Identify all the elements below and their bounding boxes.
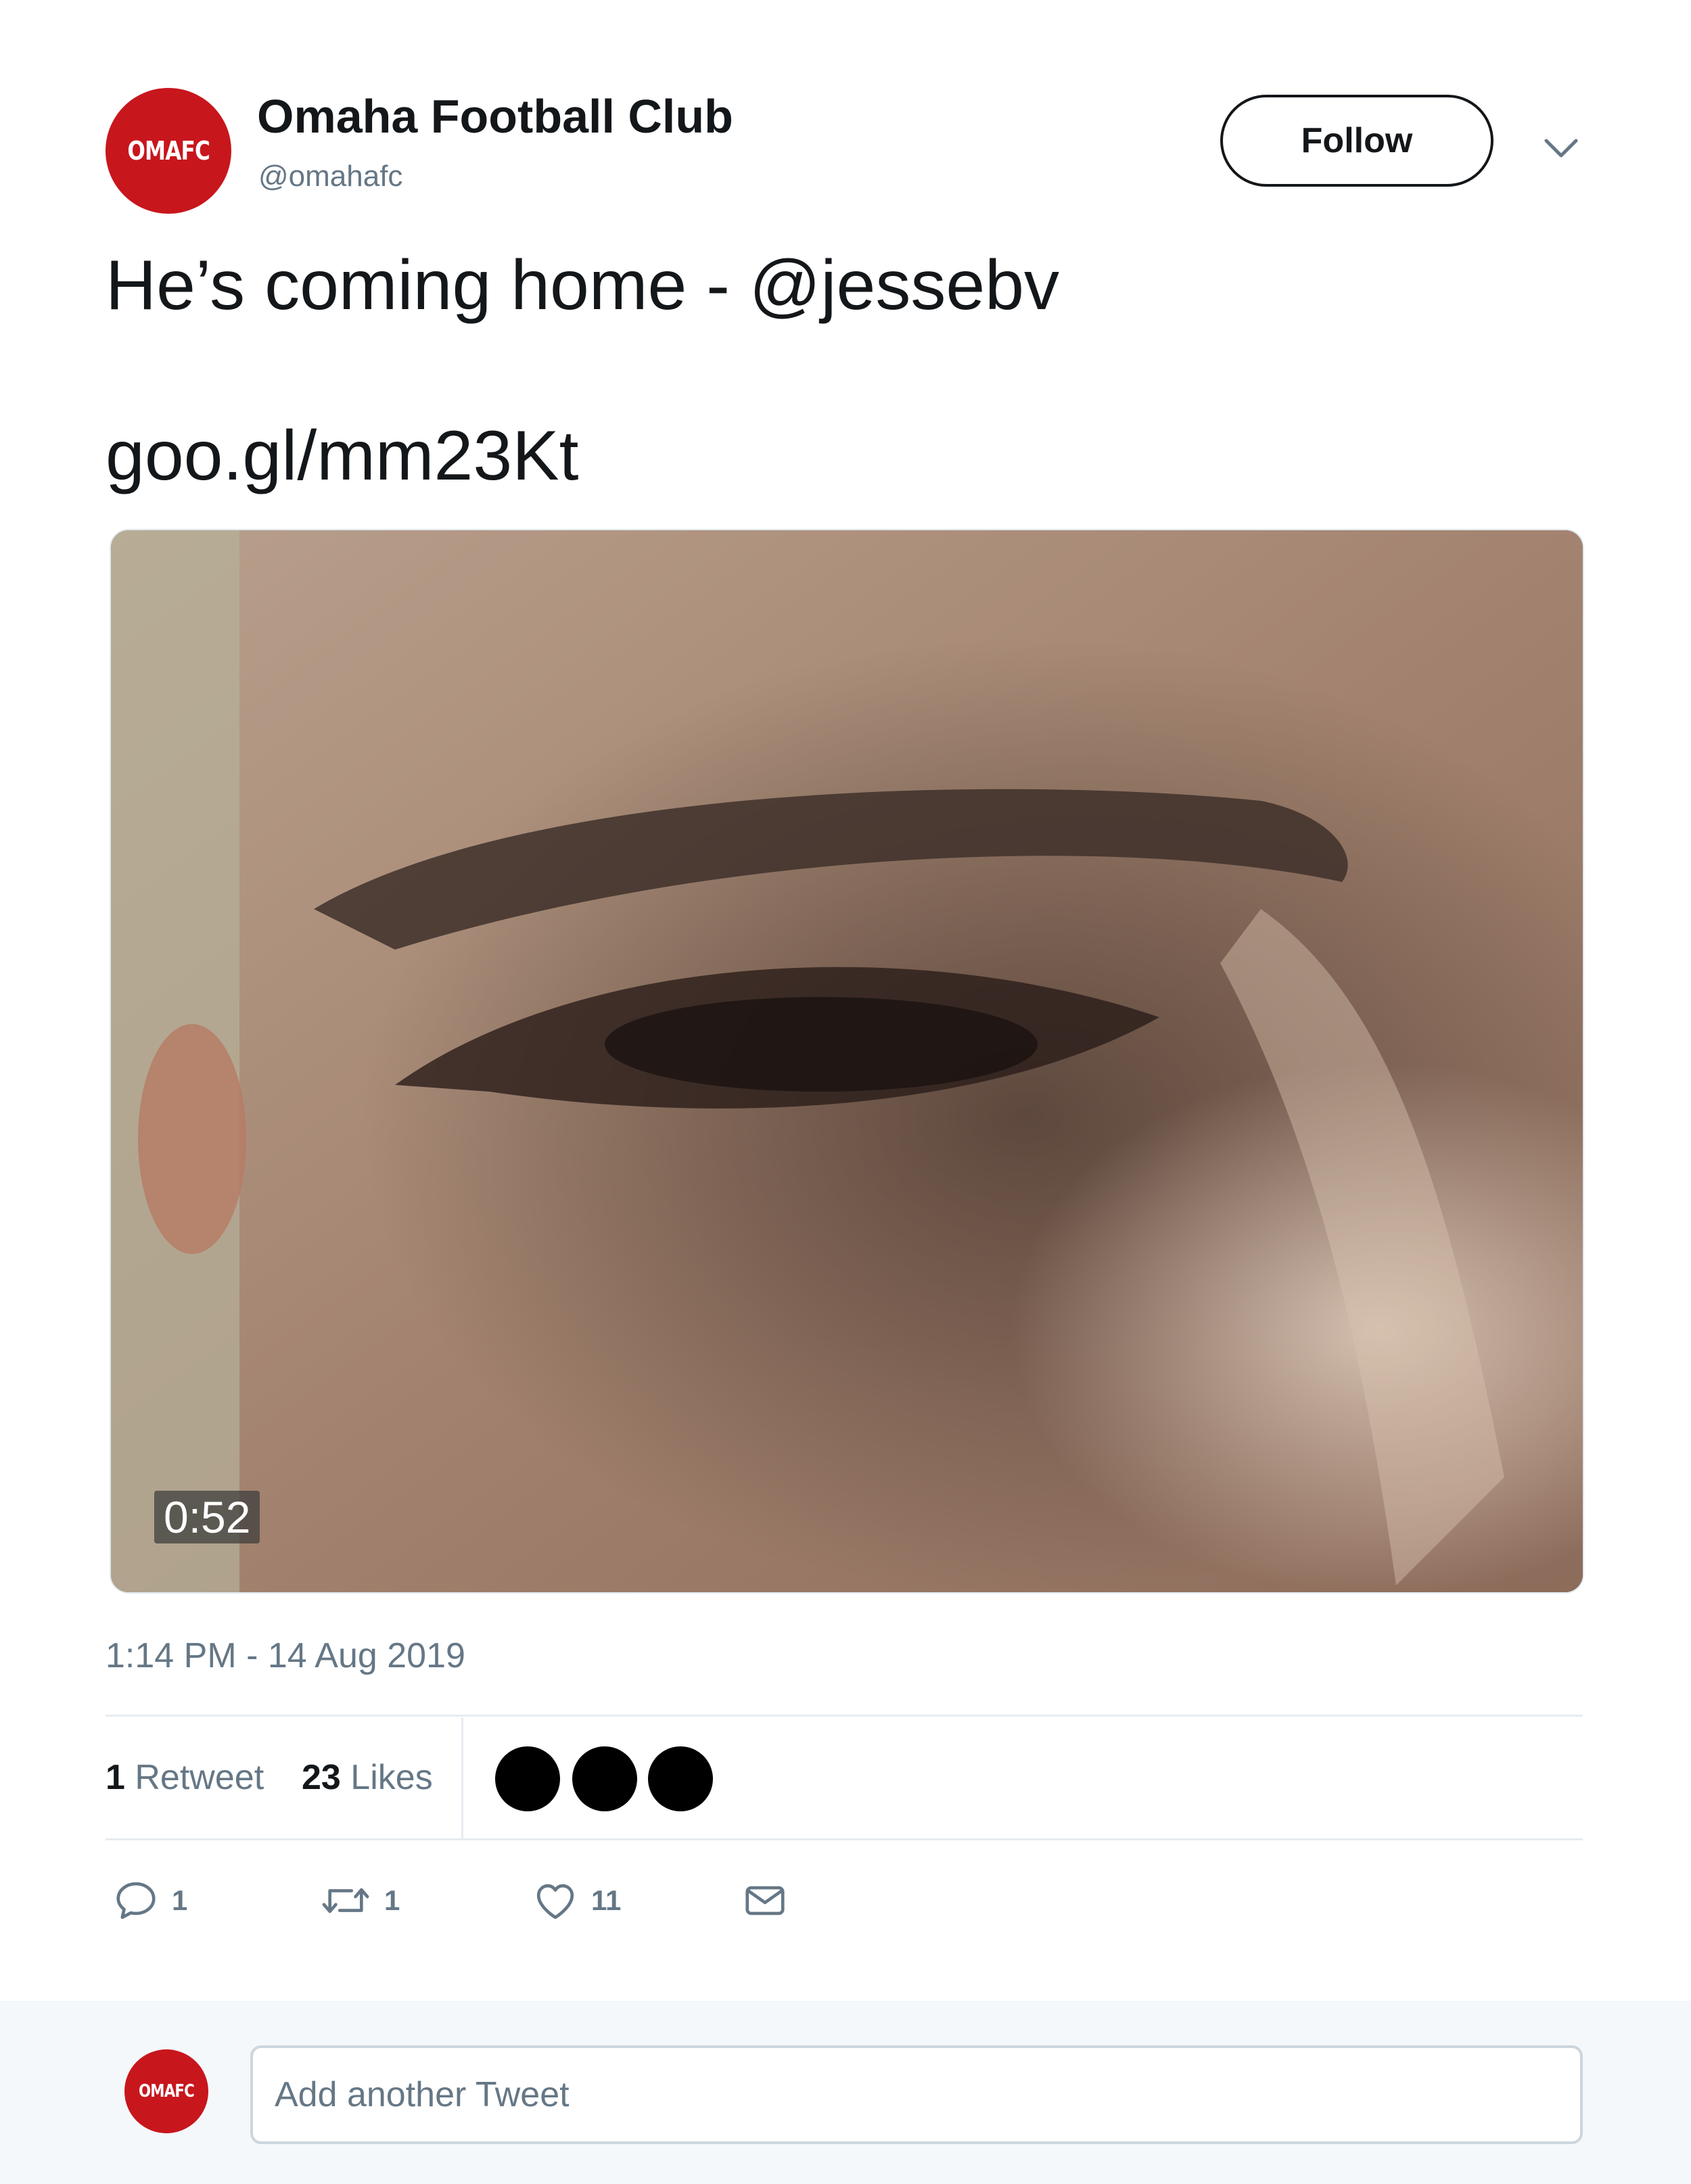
divider — [106, 1838, 1583, 1840]
like-button[interactable]: 11 — [532, 1874, 621, 1928]
retweet-button[interactable]: 1 — [319, 1874, 400, 1928]
liker-avatar[interactable] — [495, 1746, 560, 1811]
reply-avatar-text: OMAFC — [139, 2081, 195, 2101]
likes-stat-label: Likes — [350, 1758, 433, 1797]
likes-stat-count: 23 — [302, 1758, 341, 1797]
tweet-link[interactable]: goo.gl/mm23Kt — [106, 414, 578, 498]
retweet-stat-count: 1 — [106, 1758, 125, 1797]
account-handle[interactable]: @omahafc — [258, 160, 402, 193]
retweet-count: 1 — [384, 1884, 400, 1916]
video-player[interactable]: 0:52 — [110, 529, 1584, 1594]
direct-message-button[interactable] — [741, 1874, 789, 1928]
reply-count: 1 — [172, 1884, 188, 1916]
likes-stat[interactable]: 23 Likes — [302, 1757, 433, 1798]
liker-avatar[interactable] — [648, 1746, 713, 1811]
chevron-down-icon[interactable] — [1542, 129, 1580, 166]
liker-avatar[interactable] — [572, 1746, 637, 1811]
retweet-icon — [322, 1888, 369, 1913]
add-tweet-input[interactable] — [250, 2045, 1583, 2144]
reply-icon — [116, 1882, 156, 1920]
tweet-text: He’s coming home - @jessebv — [106, 246, 1059, 325]
retweet-stat[interactable]: 1 Retweet — [106, 1757, 264, 1798]
account-avatar[interactable]: OMAFC — [106, 88, 231, 214]
stats-divider — [461, 1718, 463, 1840]
divider — [106, 1715, 1583, 1717]
follow-button[interactable]: Follow — [1220, 95, 1493, 187]
video-thumbnail — [111, 530, 1583, 1592]
envelope-icon — [745, 1886, 785, 1915]
video-duration: 0:52 — [154, 1491, 260, 1543]
heart-icon — [536, 1884, 574, 1920]
like-count: 11 — [591, 1884, 622, 1916]
retweet-stat-label: Retweet — [135, 1758, 264, 1797]
tweet-timestamp[interactable]: 1:14 PM - 14 Aug 2019 — [106, 1635, 465, 1676]
reply-avatar: OMAFC — [124, 2049, 208, 2133]
reply-button[interactable]: 1 — [112, 1874, 187, 1928]
display-name[interactable]: Omaha Football Club — [257, 89, 733, 143]
avatar-text: OMAFC — [127, 136, 210, 166]
